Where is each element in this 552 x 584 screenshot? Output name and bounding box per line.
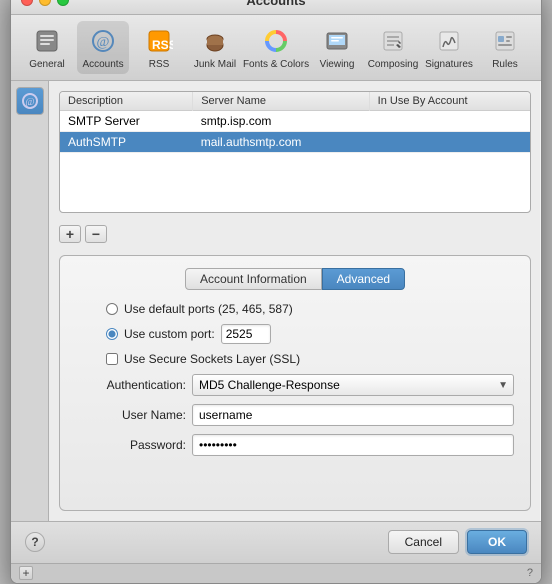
table-controls: + − xyxy=(59,221,531,247)
default-ports-radio[interactable] xyxy=(106,303,118,315)
advanced-form: Use default ports (25, 465, 587) Use cus… xyxy=(76,302,514,456)
col-inuse: In Use By Account xyxy=(369,92,530,111)
password-label: Password: xyxy=(76,438,186,452)
tab-bar: Account Information Advanced xyxy=(76,268,514,290)
row-server: smtp.isp.com xyxy=(193,110,369,131)
settings-panel: Account Information Advanced Use default… xyxy=(59,255,531,511)
authentication-select-container: None Password MD5 Challenge-Response NTL… xyxy=(192,374,514,396)
toolbar-item-general[interactable]: General xyxy=(21,21,73,74)
rss-label: RSS xyxy=(149,59,170,70)
rules-icon xyxy=(489,25,521,57)
fontscolors-icon xyxy=(260,25,292,57)
authentication-select[interactable]: None Password MD5 Challenge-Response NTL… xyxy=(192,374,514,396)
toolbar-item-rss[interactable]: RSS RSS xyxy=(133,21,185,74)
toolbar-item-rules[interactable]: Rules xyxy=(479,21,531,74)
action-buttons: Cancel OK xyxy=(388,530,527,554)
authentication-row: Authentication: None Password MD5 Challe… xyxy=(76,374,514,396)
toolbar-item-accounts[interactable]: @ Accounts xyxy=(77,21,129,74)
col-description: Description xyxy=(60,92,193,111)
svg-text:RSS: RSS xyxy=(152,38,173,52)
col-servername: Server Name xyxy=(193,92,369,111)
table-row[interactable]: AuthSMTP mail.authsmtp.com xyxy=(60,131,530,152)
toolbar-item-viewing[interactable]: Viewing xyxy=(311,21,363,74)
sidebar-account-item[interactable]: @ xyxy=(16,87,44,115)
password-row: Password: xyxy=(76,434,514,456)
table-row[interactable]: SMTP Server smtp.isp.com xyxy=(60,110,530,131)
rss-icon: RSS xyxy=(143,25,175,57)
password-input[interactable] xyxy=(192,434,514,456)
custom-port-input[interactable] xyxy=(221,324,271,344)
signatures-icon xyxy=(433,25,465,57)
smtp-table-container: Description Server Name In Use By Accoun… xyxy=(59,91,531,214)
window-controls xyxy=(21,0,69,6)
close-button[interactable] xyxy=(21,0,33,6)
general-label: General xyxy=(29,59,65,70)
viewing-label: Viewing xyxy=(320,59,355,70)
accounts-window: Accounts General @ Acco xyxy=(10,0,542,584)
remove-smtp-button[interactable]: − xyxy=(85,225,107,243)
signatures-label: Signatures xyxy=(425,59,473,70)
fontscolors-label: Fonts & Colors xyxy=(243,59,309,70)
bottom-bar: ? Cancel OK xyxy=(11,521,541,563)
composing-label: Composing xyxy=(368,59,419,70)
accounts-icon: @ xyxy=(87,25,119,57)
junkmail-label: Junk Mail xyxy=(194,59,236,70)
default-ports-row: Use default ports (25, 465, 587) xyxy=(76,302,514,316)
add-smtp-button[interactable]: + xyxy=(59,225,81,243)
main-panel: Description Server Name In Use By Accoun… xyxy=(49,81,541,521)
tab-advanced[interactable]: Advanced xyxy=(322,268,405,290)
general-icon xyxy=(31,25,63,57)
toolbar: General @ Accounts RSS RSS xyxy=(11,15,541,81)
composing-icon xyxy=(377,25,409,57)
content-area: @ Description Server Name In Use By Acco… xyxy=(11,81,541,521)
ok-button[interactable]: OK xyxy=(467,530,527,554)
authentication-label: Authentication: xyxy=(76,378,186,392)
table-spacer-row xyxy=(60,152,530,212)
ssl-row: Use Secure Sockets Layer (SSL) xyxy=(76,352,514,366)
maximize-button[interactable] xyxy=(57,0,69,6)
accounts-label: Accounts xyxy=(82,59,123,70)
row-account xyxy=(369,110,530,131)
toolbar-item-composing[interactable]: Composing xyxy=(367,21,419,74)
username-input[interactable] xyxy=(192,404,514,426)
ssl-checkbox[interactable] xyxy=(106,353,118,365)
viewing-icon xyxy=(321,25,353,57)
row-server: mail.authsmtp.com xyxy=(193,131,369,152)
custom-port-radio[interactable] xyxy=(106,328,118,340)
username-label: User Name: xyxy=(76,408,186,422)
sidebar: @ xyxy=(11,81,49,521)
svg-text:@: @ xyxy=(25,97,34,108)
ssl-label: Use Secure Sockets Layer (SSL) xyxy=(124,352,300,366)
tab-account-information[interactable]: Account Information xyxy=(185,268,322,290)
help-button[interactable]: ? xyxy=(25,532,45,552)
svg-text:@: @ xyxy=(97,35,110,50)
custom-port-label: Use custom port: xyxy=(124,327,215,341)
toolbar-item-fontscolors[interactable]: Fonts & Colors xyxy=(245,21,307,74)
toolbar-item-junkmail[interactable]: Junk Mail xyxy=(189,21,241,74)
default-ports-label: Use default ports (25, 465, 587) xyxy=(124,302,293,316)
minimize-button[interactable] xyxy=(39,0,51,6)
window-title: Accounts xyxy=(246,0,305,8)
cancel-button[interactable]: Cancel xyxy=(388,530,459,554)
rules-label: Rules xyxy=(492,59,518,70)
row-account xyxy=(369,131,530,152)
row-description: AuthSMTP xyxy=(60,131,193,152)
smtp-table: Description Server Name In Use By Accoun… xyxy=(60,92,530,213)
row-description: SMTP Server xyxy=(60,110,193,131)
junkmail-icon xyxy=(199,25,231,57)
window-footer: + ? xyxy=(11,563,541,583)
username-row: User Name: xyxy=(76,404,514,426)
toolbar-item-signatures[interactable]: Signatures xyxy=(423,21,475,74)
footer-add-button[interactable]: + xyxy=(19,566,33,580)
custom-port-row: Use custom port: xyxy=(76,324,514,344)
titlebar: Accounts xyxy=(11,0,541,15)
